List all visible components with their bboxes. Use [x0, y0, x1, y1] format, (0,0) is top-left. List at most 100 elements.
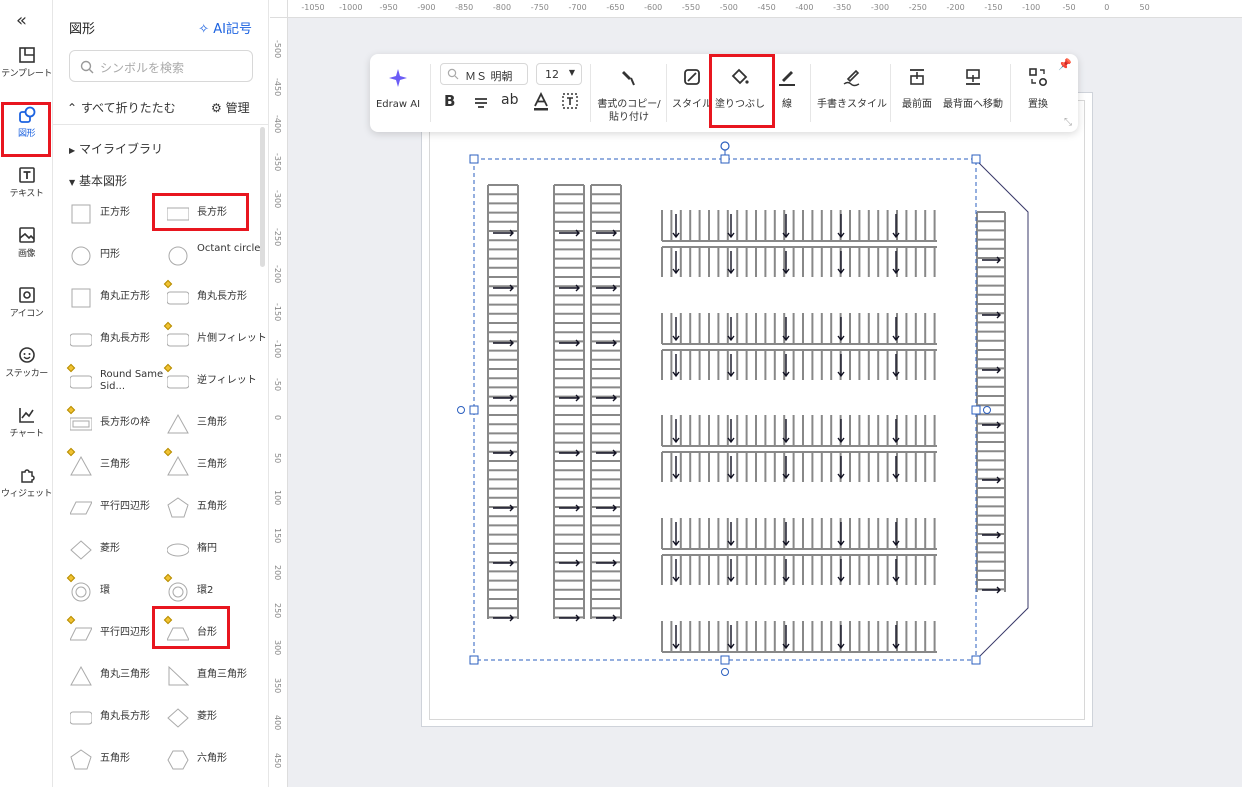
resize-handle: [971, 154, 981, 164]
highlight-box: [152, 193, 249, 231]
section-basic-shapes[interactable]: ▼ 基本図形: [69, 172, 127, 189]
shape-thumbnail-icon: [71, 204, 91, 224]
shape-item[interactable]: 片側フィレット: [163, 321, 267, 357]
hand-drawn-style-button[interactable]: 手書きスタイル: [816, 54, 888, 132]
ai-symbol-button[interactable]: ✧ AI記号: [198, 18, 252, 37]
separator: [430, 64, 431, 122]
bring-to-front-button[interactable]: 最前面: [892, 54, 942, 132]
shape-thumbnail-icon: [71, 288, 91, 308]
shape-item[interactable]: 菱形: [167, 699, 263, 735]
replace-button[interactable]: 置換: [1016, 54, 1060, 132]
shape-label: 片側フィレット: [197, 333, 267, 344]
highlight-box: [152, 606, 230, 649]
gear-icon: ⚙: [211, 101, 222, 115]
shape-item[interactable]: 直角三角形: [167, 657, 263, 693]
format-painter-icon: [622, 71, 635, 86]
edraw-ai-button[interactable]: Edraw AI: [370, 54, 426, 132]
shape-label: 三角形: [197, 459, 227, 470]
separator: [810, 64, 811, 122]
vehicle-symbol-icon: [672, 522, 680, 547]
rail-item-icons[interactable]: アイコン: [0, 286, 53, 342]
shape-item[interactable]: Octant circle: [167, 237, 263, 273]
expand-toolbar-icon[interactable]: ⤡: [1064, 117, 1072, 128]
text-box-icon[interactable]: [561, 92, 579, 110]
shape-item[interactable]: 角丸三角形: [70, 657, 166, 693]
vehicle-symbol-icon: [672, 456, 680, 480]
font-case-button[interactable]: ab: [501, 92, 518, 108]
rail-item-widget[interactable]: ウィジェット: [0, 466, 53, 522]
format-painter-button[interactable]: 書式のコピー/ 貼り付け: [594, 54, 664, 132]
shape-thumbnail-icon: [167, 708, 189, 728]
vehicle-symbol-icon: [672, 354, 680, 378]
replace-shapes-icon: [1029, 68, 1048, 87]
shape-thumbnail-icon: [70, 540, 92, 560]
shape-item[interactable]: 円形: [70, 237, 166, 273]
shape-item[interactable]: 三角形: [167, 405, 263, 441]
shape-label: 三角形: [197, 417, 227, 428]
font-color-button[interactable]: [532, 92, 550, 112]
shape-item[interactable]: 角丸長方形: [70, 321, 166, 357]
strikethrough-button[interactable]: [472, 93, 490, 111]
shape-label: Octant circle: [197, 243, 261, 254]
line-button[interactable]: 線: [770, 54, 804, 132]
symbol-search-input[interactable]: シンボルを検索: [69, 50, 253, 82]
shape-item[interactable]: 環2: [163, 573, 263, 609]
manage-button[interactable]: ⚙ 管理: [211, 99, 250, 116]
section-my-library[interactable]: ▶ マイライブラリ: [69, 140, 163, 157]
send-to-back-button[interactable]: 最背面へ移動: [940, 54, 1006, 132]
shape-item[interactable]: 長方形の枠: [66, 405, 166, 441]
shape-item[interactable]: 角丸正方形: [70, 279, 166, 315]
shape-label: 三角形: [100, 459, 130, 470]
shape-item[interactable]: 環: [66, 573, 166, 609]
chevron-up-icon: ⌃: [67, 101, 78, 115]
shape-item[interactable]: 逆フィレット: [163, 363, 263, 399]
pin-icon[interactable]: 📌: [1058, 58, 1072, 71]
rail-item-template[interactable]: テンプレート: [0, 46, 53, 102]
vehicle-symbol-icon: [837, 522, 845, 547]
rail-label: テキスト: [9, 189, 44, 199]
shape-thumbnail-icon: [167, 375, 189, 389]
collapse-all-button[interactable]: ⌃ すべて折りたたむ: [67, 99, 176, 116]
shape-item[interactable]: 平行四辺形: [70, 489, 166, 525]
shape-item[interactable]: 角丸長方形: [70, 699, 166, 735]
rail-item-text[interactable]: テキスト: [0, 166, 53, 222]
vehicle-symbol-icon: [596, 614, 617, 622]
shape-item[interactable]: 五角形: [167, 489, 263, 525]
shape-item[interactable]: 三角形: [163, 447, 263, 483]
replace-label: 置換: [1028, 99, 1048, 110]
font-size-select[interactable]: 12 ▼: [536, 63, 582, 85]
shape-item[interactable]: 菱形: [70, 531, 166, 567]
vehicle-symbol-icon: [727, 251, 735, 275]
shape-item[interactable]: 角丸長方形: [163, 279, 263, 315]
shape-thumbnail-icon: [167, 413, 189, 434]
shape-item[interactable]: Round Same Sid...: [66, 363, 166, 399]
send-to-back-label: 最背面へ移動: [943, 99, 1003, 110]
shape-item[interactable]: 三角形: [66, 447, 166, 483]
connection-point-handle: [457, 406, 465, 414]
shape-label: 直角三角形: [197, 669, 247, 680]
shape-item[interactable]: 五角形: [70, 741, 166, 777]
font-family-select[interactable]: ＭＳ 明朝: [440, 63, 528, 85]
widget-icon: [20, 469, 35, 483]
shape-item[interactable]: 六角形: [167, 741, 263, 777]
shape-thumbnail-icon: [70, 627, 92, 641]
rail-label: 画像: [17, 249, 36, 259]
ai-symbol-label: AI記号: [213, 22, 252, 37]
rail-item-stickers[interactable]: ステッカー: [0, 346, 53, 402]
caret-down-icon: ▼: [69, 178, 76, 187]
template-icon: [18, 47, 35, 63]
rail-item-chart[interactable]: チャート: [0, 406, 53, 462]
rail-item-image[interactable]: 画像: [0, 226, 53, 282]
vehicle-symbol-icon: [837, 625, 845, 650]
vehicle-symbol-icon: [596, 504, 617, 512]
bold-button[interactable]: B: [444, 92, 455, 110]
shape-item[interactable]: 楕円: [167, 531, 263, 567]
shape-label: 角丸長方形: [100, 711, 150, 722]
signature-pen-icon: [843, 69, 860, 87]
edraw-ai-label: Edraw AI: [375, 99, 421, 110]
shape-label: 環2: [197, 585, 214, 596]
shape-label: 環: [100, 585, 110, 596]
shape-thumbnail-icon: [168, 582, 188, 602]
caret-right-icon: ▶: [69, 146, 76, 155]
collapse-panel-icon[interactable]: «: [16, 10, 27, 31]
